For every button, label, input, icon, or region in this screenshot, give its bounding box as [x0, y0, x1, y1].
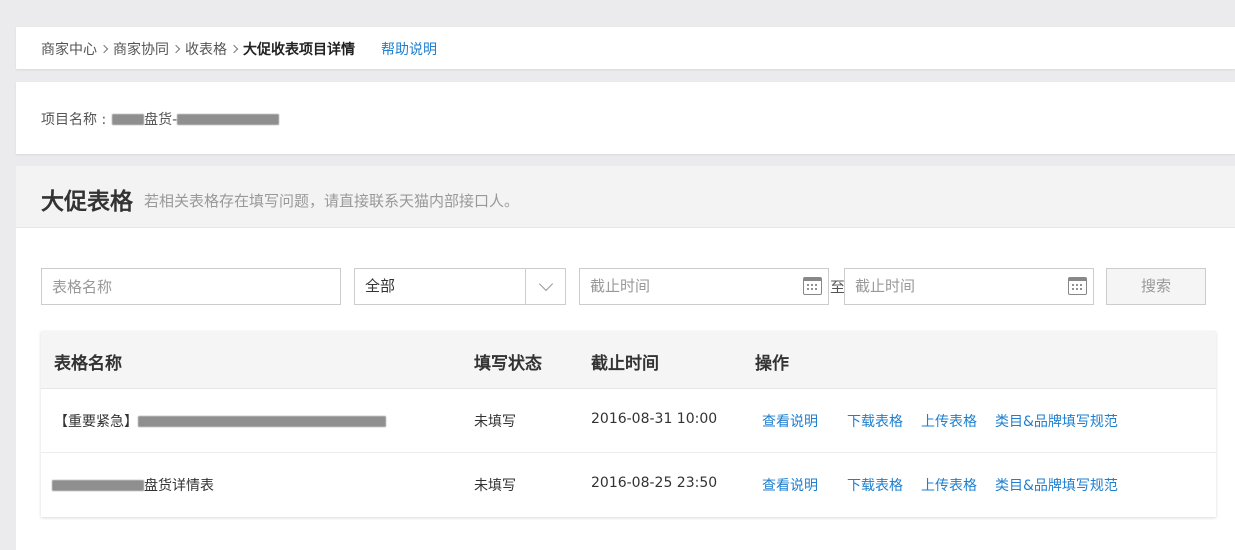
table-row: 【重要紧急】 未填写 2016-08-31 10:00 查看说明 下载表格 上传… — [41, 389, 1216, 453]
download-form-link[interactable]: 下载表格 — [847, 411, 903, 431]
deadline-start-placeholder: 截止时间 — [590, 277, 651, 295]
redacted-text — [177, 113, 280, 125]
forms-table: 表格名称 填写状态 截止时间 操作 【重要紧急】 未填写 2016-08-31 … — [41, 331, 1216, 517]
redacted-text — [52, 479, 144, 491]
section-title: 大促表格 — [41, 189, 133, 215]
deadline-end-input[interactable]: 截止时间 — [844, 268, 1094, 305]
chevron-right-icon — [171, 44, 181, 54]
category-brand-rules-link[interactable]: 类目&品牌填写规范 — [995, 475, 1118, 495]
breadcrumb: 商家中心 商家协同 收表格 大促收表项目详情 帮助说明 — [41, 39, 437, 59]
section-subtitle: 若相关表格存在填写问题，请直接联系天猫内部接口人。 — [144, 192, 520, 210]
search-button[interactable]: 搜索 — [1106, 268, 1206, 305]
download-form-link[interactable]: 下载表格 — [847, 475, 903, 495]
deadline-start-input[interactable]: 截止时间 — [579, 268, 829, 305]
table-row: 盘货详情表 未填写 2016-08-25 23:50 查看说明 下载表格 上传表… — [41, 453, 1216, 517]
breadcrumb-item-merchant-collab[interactable]: 商家协同 — [113, 39, 169, 59]
breadcrumb-item-merchant-center[interactable]: 商家中心 — [41, 39, 97, 59]
form-deadline: 2016-08-25 23:50 — [591, 475, 718, 491]
chevron-right-icon — [99, 44, 109, 54]
table-header: 表格名称 填写状态 截止时间 操作 — [41, 331, 1216, 389]
form-name-cell: 【重要紧急】 — [54, 411, 386, 431]
column-header-actions: 操作 — [755, 354, 789, 374]
upload-form-link[interactable]: 上传表格 — [921, 411, 977, 431]
forms-card: 大促表格 若相关表格存在填写问题，请直接联系天猫内部接口人。 全部 截止时间 至… — [16, 166, 1235, 550]
upload-form-link[interactable]: 上传表格 — [921, 475, 977, 495]
calendar-icon[interactable] — [1068, 277, 1087, 295]
redacted-text — [138, 415, 386, 427]
view-instructions-link[interactable]: 查看说明 — [762, 475, 818, 495]
calendar-icon[interactable] — [803, 277, 822, 295]
project-name-label: 项目名称 : — [41, 112, 107, 128]
form-name-cell: 盘货详情表 — [52, 475, 214, 495]
section-header: 大促表格 若相关表格存在填写问题，请直接联系天猫内部接口人。 — [16, 166, 1235, 228]
breadcrumb-current: 大促收表项目详情 — [243, 42, 355, 58]
breadcrumb-card: 商家中心 商家协同 收表格 大促收表项目详情 帮助说明 — [16, 27, 1235, 69]
chevron-right-icon — [229, 44, 239, 54]
project-name-value: 盘货- — [144, 112, 178, 128]
status-select-value: 全部 — [365, 277, 396, 295]
chevron-down-icon — [538, 276, 553, 292]
project-card: 项目名称 : 盘货- — [16, 82, 1235, 154]
form-deadline: 2016-08-31 10:00 — [591, 411, 718, 427]
column-header-deadline: 截止时间 — [591, 354, 659, 374]
form-name-suffix: 盘货详情表 — [144, 478, 214, 494]
status-select[interactable]: 全部 — [354, 268, 566, 305]
category-brand-rules-link[interactable]: 类目&品牌填写规范 — [995, 411, 1118, 431]
column-header-name: 表格名称 — [54, 354, 122, 374]
form-name-input[interactable] — [41, 268, 341, 305]
redacted-text — [112, 113, 145, 125]
help-link[interactable]: 帮助说明 — [381, 39, 437, 59]
select-arrow[interactable] — [525, 269, 565, 304]
breadcrumb-item-collect-forms[interactable]: 收表格 — [185, 39, 227, 59]
view-instructions-link[interactable]: 查看说明 — [762, 411, 818, 431]
date-range-to-label: 至 — [830, 278, 846, 296]
column-header-status: 填写状态 — [474, 354, 542, 374]
form-name-prefix: 【重要紧急】 — [54, 414, 138, 430]
project-name-row: 项目名称 : 盘货- — [41, 109, 280, 129]
form-status: 未填写 — [474, 478, 516, 494]
deadline-end-placeholder: 截止时间 — [855, 277, 916, 295]
form-status: 未填写 — [474, 414, 516, 430]
